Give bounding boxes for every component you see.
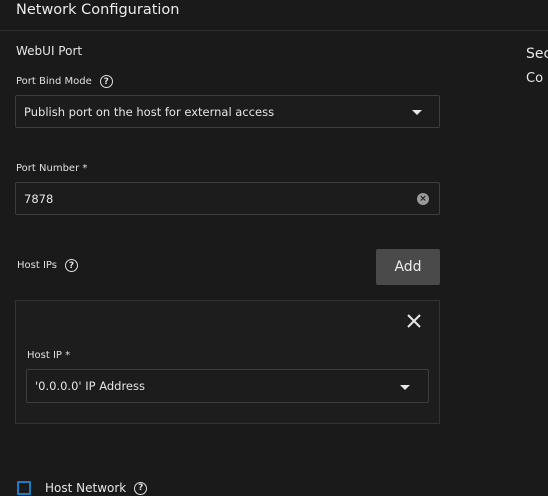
close-icon[interactable] xyxy=(404,311,424,331)
port-bind-mode-value: Publish port on the host for external ac… xyxy=(24,104,275,119)
port-bind-mode-select[interactable]: Publish port on the host for external ac… xyxy=(15,95,440,128)
host-ip-label: Host IP * xyxy=(27,350,70,361)
host-network-label: Host Network ? xyxy=(45,481,148,495)
host-network-checkbox[interactable] xyxy=(17,481,31,495)
divider xyxy=(0,30,548,31)
host-ip-label-text: Host IP * xyxy=(27,350,71,361)
host-network-label-text: Host Network xyxy=(45,481,127,495)
help-circle-icon[interactable]: ? xyxy=(99,75,113,88)
clear-icon[interactable]: × xyxy=(417,193,429,205)
host-ip-value: '0.0.0.0' IP Address xyxy=(35,379,145,393)
host-ips-label: Host IPs ? xyxy=(17,259,78,272)
section-title: Network Configuration xyxy=(16,2,180,18)
side-text: Co xyxy=(526,71,544,86)
host-ips-label-text: Host IPs xyxy=(17,260,57,271)
add-host-ip-button[interactable]: Add xyxy=(376,249,440,285)
port-bind-mode-label-text: Port Bind Mode xyxy=(16,76,92,87)
help-circle-icon[interactable]: ? xyxy=(134,481,148,495)
host-ip-item-card xyxy=(15,300,440,424)
chevron-down-icon[interactable] xyxy=(412,110,422,115)
host-ip-select[interactable]: '0.0.0.0' IP Address xyxy=(26,369,429,403)
port-number-label: Port Number * xyxy=(16,163,87,174)
port-bind-mode-label: Port Bind Mode ? xyxy=(16,75,113,88)
chevron-down-icon[interactable] xyxy=(400,385,410,390)
port-number-input[interactable]: 7878 × xyxy=(15,182,440,215)
port-number-label-text: Port Number * xyxy=(16,163,88,174)
help-circle-icon[interactable]: ? xyxy=(64,259,78,272)
webui-port-title: WebUI Port xyxy=(16,44,83,58)
side-heading: Sec xyxy=(526,46,548,62)
port-number-value: 7878 xyxy=(24,191,54,206)
